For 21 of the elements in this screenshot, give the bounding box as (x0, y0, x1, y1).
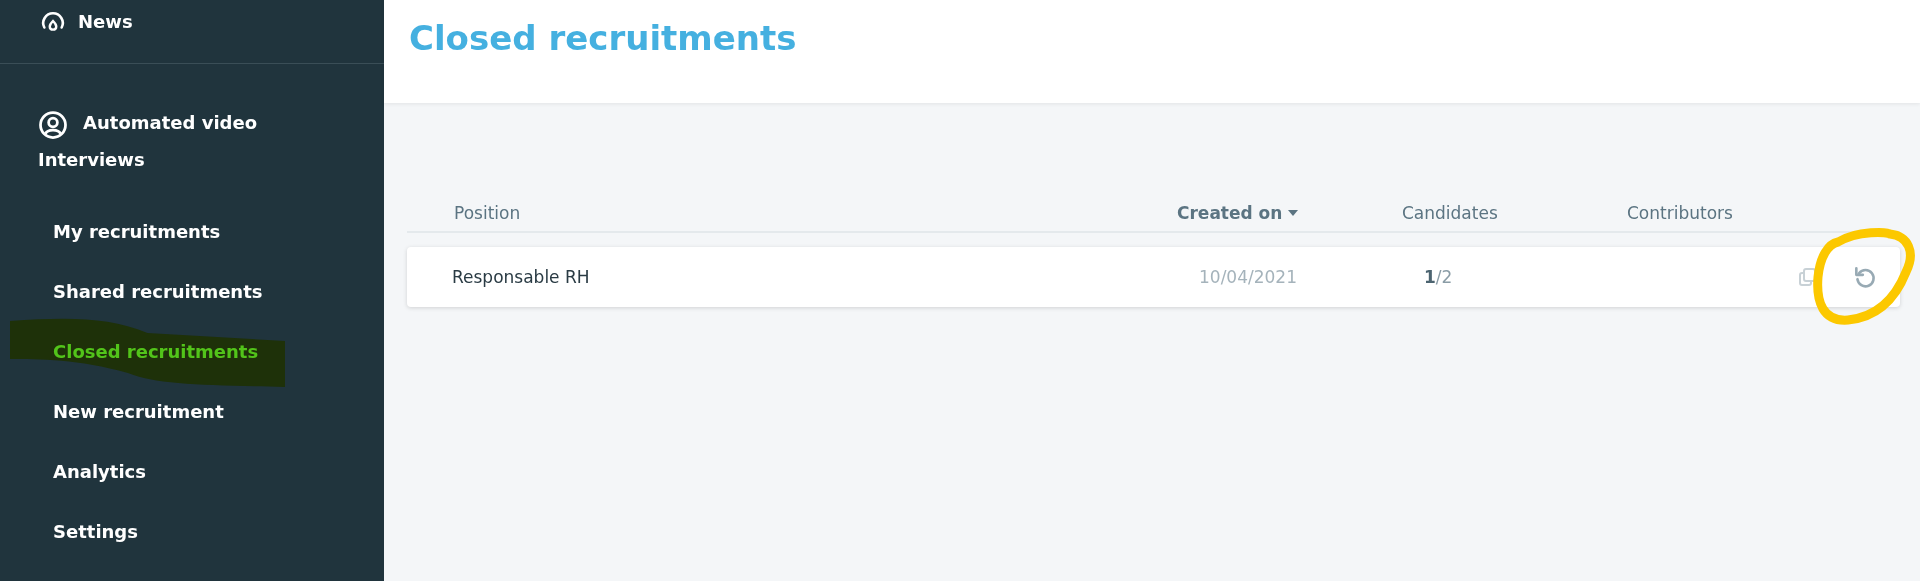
sidebar-item[interactable]: New recruitment (53, 400, 224, 422)
user-circle-icon (38, 109, 68, 140)
table-cell-text: Responsable RH (451, 267, 591, 287)
table-row[interactable]: Responsable RH 10/04/2021 1/2 (407, 247, 1900, 307)
sidebar-item[interactable]: Settings (53, 520, 138, 542)
column-header[interactable]: Created on (1177, 203, 1402, 223)
news-link[interactable]: News (40, 8, 133, 34)
column-header[interactable]: Contributors (1627, 203, 1777, 223)
column-header[interactable]: Candidates (1402, 203, 1627, 223)
table-cell-text: 1/2 (1423, 267, 1454, 287)
table-cell-text: 10/04/2021 (1198, 267, 1298, 287)
column-header[interactable]: Position (407, 203, 1177, 223)
sort-caret-icon (1288, 210, 1299, 216)
copy-icon[interactable] (1798, 267, 1818, 287)
undo-icon[interactable] (1852, 264, 1878, 290)
page-title: Closed recruitments (409, 18, 797, 58)
section-title: Automated video (83, 112, 258, 133)
sidebar-item[interactable]: My recruitments (53, 220, 221, 242)
sidebar-item[interactable]: Analytics (53, 460, 146, 482)
sidebar-item[interactable]: Shared recruitments (53, 280, 263, 302)
section-title: Interviews (38, 149, 145, 170)
